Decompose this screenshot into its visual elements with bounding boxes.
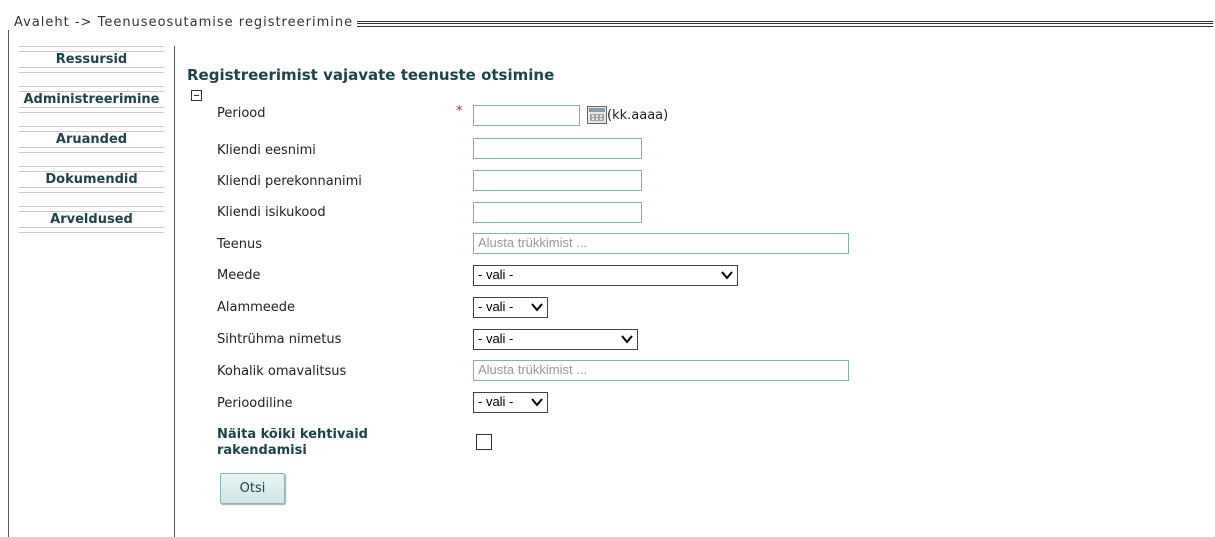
perioodiline-label: Perioodiline: [217, 396, 293, 411]
sidebar-item-ressursid[interactable]: Ressursid: [9, 46, 174, 86]
meede-select[interactable]: - vali -: [473, 265, 738, 286]
sidebar-item-rule: [19, 147, 164, 153]
chevron-down-icon: [531, 303, 543, 312]
sidebar: Ressursid Administreerimine Aruanded Dok…: [9, 46, 175, 537]
sihtruhm-selected-value: - vali -: [478, 331, 514, 346]
breadcrumb: Avaleht -> Teenuseosutamise registreerim…: [8, 15, 358, 30]
alammeede-selected-value: - vali -: [478, 299, 514, 314]
meede-selected-value: - vali -: [478, 267, 514, 282]
sidebar-item-rule: [19, 187, 164, 193]
sidebar-item-rule: [19, 67, 164, 73]
sidebar-item-label-wrap: Ressursid: [9, 52, 174, 67]
sidebar-item-label-wrap: Dokumendid: [9, 172, 174, 187]
sihtruhm-label: Sihtrühma nimetus: [217, 332, 342, 347]
perekonnanimi-input[interactable]: [473, 170, 642, 191]
eesnimi-input[interactable]: [473, 138, 642, 159]
isikukood-input[interactable]: [473, 202, 642, 223]
chevron-down-icon: [531, 398, 543, 407]
sidebar-item-label: Aruanded: [53, 132, 130, 147]
isikukood-label: Kliendi isikukood: [217, 205, 326, 220]
otsi-button[interactable]: Otsi: [220, 473, 285, 504]
eesnimi-label: Kliendi eesnimi: [217, 143, 316, 158]
page-title: Registreerimist vajavate teenuste otsimi…: [187, 66, 555, 84]
teenus-label: Teenus: [217, 237, 262, 252]
chevron-down-icon: [721, 271, 733, 280]
sidebar-item-label: Ressursid: [53, 52, 130, 67]
sidebar-item-label-wrap: Administreerimine: [9, 92, 174, 107]
teenus-input[interactable]: Alusta trükkimist ...: [473, 233, 849, 254]
sidebar-item-label-wrap: Arveldused: [9, 212, 174, 227]
meede-label: Meede: [217, 268, 261, 283]
kov-input[interactable]: Alusta trükkimist ...: [473, 360, 849, 381]
naita-koiki-checkbox[interactable]: [476, 434, 492, 450]
chevron-down-icon: [621, 335, 633, 344]
kov-label: Kohalik omavalitsus: [217, 364, 347, 379]
perekonnanimi-label: Kliendi perekonnanimi: [217, 174, 362, 189]
sidebar-item-rule: [19, 227, 164, 233]
sidebar-item-dokumendid[interactable]: Dokumendid: [9, 166, 174, 206]
naita-koiki-label: Näita kõiki kehtivaid rakendamisi: [217, 427, 368, 458]
sidebar-item-label: Administreerimine: [21, 92, 162, 107]
perioodiline-select[interactable]: - vali -: [473, 392, 548, 413]
periood-format-hint: (kk.aaaa): [607, 108, 669, 123]
perioodiline-selected-value: - vali -: [478, 394, 514, 409]
breadcrumb-bar: Avaleht -> Teenuseosutamise registreerim…: [8, 12, 1213, 34]
sidebar-item-label: Arveldused: [48, 212, 135, 227]
periood-label: Periood: [217, 106, 266, 121]
sidebar-item-label: Dokumendid: [43, 172, 140, 187]
sidebar-item-administreerimine[interactable]: Administreerimine: [9, 86, 174, 126]
sidebar-item-label-wrap: Aruanded: [9, 132, 174, 147]
sidebar-item-rule: [19, 107, 164, 113]
alammeede-label: Alammeede: [217, 300, 296, 315]
required-mark: *: [456, 104, 463, 119]
sihtruhm-select[interactable]: - vali -: [473, 329, 638, 350]
periood-input[interactable]: [473, 105, 580, 126]
collapse-icon[interactable]: [191, 90, 202, 101]
sidebar-item-aruanded[interactable]: Aruanded: [9, 126, 174, 166]
sidebar-item-arveldused[interactable]: Arveldused: [9, 206, 174, 246]
calendar-icon[interactable]: [587, 106, 607, 124]
alammeede-select[interactable]: - vali -: [473, 297, 548, 318]
